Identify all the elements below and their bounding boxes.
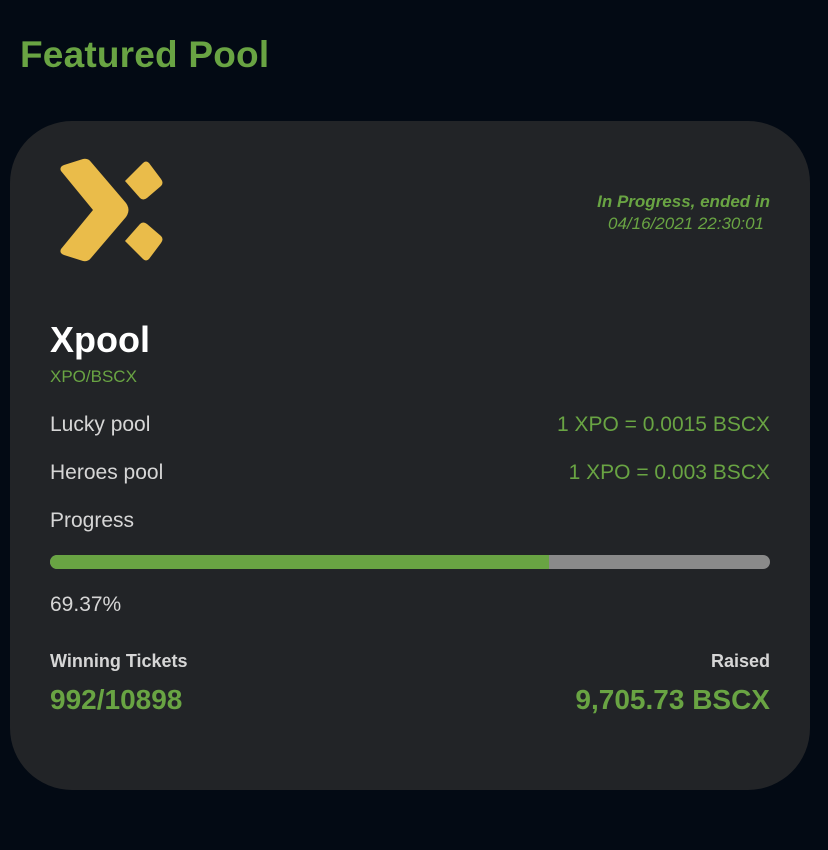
winning-tickets-label: Winning Tickets [50,651,188,671]
page-title: Featured Pool [20,34,270,75]
heroes-pool-label: Heroes pool [50,461,164,484]
heroes-pool-rate: 1 XPO = 0.003 BSCX [568,461,770,484]
lucky-pool-rate: 1 XPO = 0.0015 BSCX [556,413,770,436]
progress-bar [50,555,770,569]
raised-label: Raised [710,651,770,671]
featured-pool-card[interactable]: In Progress, ended in 04/16/2021 22:30:0… [10,121,810,790]
raised-stat: Raised 9,705.73 BSCX [575,651,770,716]
pool-pair: XPO/BSCX [50,367,137,386]
winning-tickets-stat: Winning Tickets 992/10898 [50,651,188,716]
lucky-pool-label: Lucky pool [50,413,151,436]
xpool-logo-icon [55,157,163,265]
end-datetime: 04/16/2021 22:30:01 [608,214,764,233]
lucky-pool-row: Lucky pool 1 XPO = 0.0015 BSCX [50,413,770,437]
progress-label: Progress [50,509,135,532]
heroes-pool-row: Heroes pool 1 XPO = 0.003 BSCX [50,461,770,485]
pool-status: In Progress, ended in 04/16/2021 22:30:0… [597,191,770,235]
progress-bar-fill [50,555,550,569]
status-text: In Progress, ended in [597,192,770,211]
progress-percentage: 69.37% [50,593,122,616]
pool-name: Xpool [50,319,150,360]
winning-tickets-value: 992/10898 [50,684,183,715]
raised-value: 9,705.73 BSCX [575,684,770,715]
